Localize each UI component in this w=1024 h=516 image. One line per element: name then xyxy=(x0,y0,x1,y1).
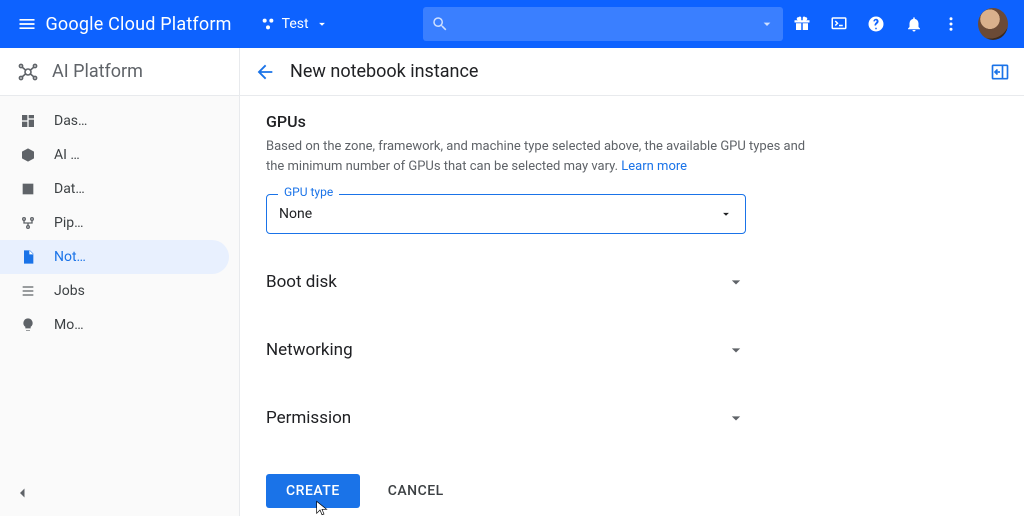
chevron-down-icon xyxy=(726,340,746,360)
section-label: Networking xyxy=(266,340,353,360)
gpu-type-value: None xyxy=(279,206,312,222)
gpu-type-label: GPU type xyxy=(278,185,339,199)
project-icon xyxy=(260,16,276,32)
gpus-heading: GPUs xyxy=(266,112,998,131)
top-app-bar: Google Cloud Platform Test xyxy=(0,0,1024,48)
jobs-icon xyxy=(20,283,36,299)
search-box[interactable] xyxy=(423,7,783,41)
caret-down-icon xyxy=(315,17,329,31)
hamburger-icon xyxy=(17,14,37,34)
data-icon xyxy=(20,181,36,197)
sidebar-item-label: Pip… xyxy=(54,215,83,231)
gpus-help-text: Based on the zone, framework, and machin… xyxy=(266,137,806,176)
search-icon xyxy=(431,15,449,33)
help-button[interactable] xyxy=(858,0,895,48)
chevron-down-icon xyxy=(726,272,746,292)
search-input[interactable] xyxy=(457,16,751,32)
caret-down-icon xyxy=(759,16,775,32)
gpu-type-field[interactable]: GPU type None xyxy=(266,194,746,234)
page-title: New notebook instance xyxy=(290,61,478,82)
arrow-left-icon xyxy=(254,61,276,83)
content-area: New notebook instance GPUs Based on the … xyxy=(240,48,1024,516)
permission-section[interactable]: Permission xyxy=(266,398,746,438)
notifications-button[interactable] xyxy=(895,0,932,48)
learn-more-link[interactable]: Learn more xyxy=(621,159,687,174)
sidebar-item-label: Das… xyxy=(54,113,87,129)
caret-down-icon xyxy=(719,207,733,221)
cloud-shell-icon xyxy=(830,15,848,33)
gift-icon xyxy=(793,15,811,33)
project-name: Test xyxy=(282,16,309,32)
section-label: Permission xyxy=(266,408,351,428)
content-header: New notebook instance xyxy=(240,48,1024,96)
sidebar-header: AI Platform xyxy=(0,48,239,96)
chevron-left-icon xyxy=(14,484,32,502)
pipeline-icon xyxy=(20,215,36,231)
learn-panel-icon xyxy=(990,62,1010,82)
sidebar: AI Platform Das… AI … Dat… Pip… Not… xyxy=(0,48,240,516)
sidebar-item-jobs[interactable]: Jobs xyxy=(0,274,229,308)
sidebar-item-ai-hub[interactable]: AI … xyxy=(0,138,229,172)
chevron-down-icon xyxy=(726,408,746,428)
sidebar-item-label: Jobs xyxy=(54,283,85,299)
cloud-shell-button[interactable] xyxy=(820,0,857,48)
boot-disk-section[interactable]: Boot disk xyxy=(266,262,746,302)
ai-platform-icon xyxy=(16,60,40,84)
sidebar-item-label: Mo… xyxy=(54,317,84,333)
bulb-icon xyxy=(20,317,36,333)
section-label: Boot disk xyxy=(266,272,337,292)
form-scroll-region[interactable]: GPUs Based on the zone, framework, and m… xyxy=(240,96,1024,516)
learn-panel-button[interactable] xyxy=(990,62,1010,82)
sidebar-title: AI Platform xyxy=(52,61,143,82)
back-button[interactable] xyxy=(254,61,276,83)
collapse-sidebar-button[interactable] xyxy=(14,484,32,502)
account-avatar[interactable] xyxy=(978,8,1008,40)
sidebar-item-notebooks[interactable]: Not… xyxy=(0,240,229,274)
sidebar-item-models[interactable]: Mo… xyxy=(0,308,229,342)
sidebar-item-pipelines[interactable]: Pip… xyxy=(0,206,229,240)
brand-title: Google Cloud Platform xyxy=(45,14,231,35)
sidebar-item-label: Not… xyxy=(54,249,86,265)
networking-section[interactable]: Networking xyxy=(266,330,746,370)
project-picker[interactable]: Test xyxy=(250,12,339,36)
create-button[interactable]: CREATE xyxy=(266,474,360,508)
more-vert-icon xyxy=(942,15,960,33)
bell-icon xyxy=(905,15,923,33)
dashboard-icon xyxy=(20,113,36,129)
cube-icon xyxy=(20,147,36,163)
form-actions: CREATE CANCEL xyxy=(266,474,998,508)
help-icon xyxy=(867,15,885,33)
sidebar-item-dashboard[interactable]: Das… xyxy=(0,104,229,138)
cancel-button[interactable]: CANCEL xyxy=(388,483,444,499)
sidebar-item-data[interactable]: Dat… xyxy=(0,172,229,206)
more-button[interactable] xyxy=(933,0,970,48)
notebooks-icon xyxy=(20,249,36,265)
gift-button[interactable] xyxy=(783,0,820,48)
sidebar-item-label: Dat… xyxy=(54,181,85,197)
sidebar-item-label: AI … xyxy=(54,147,80,163)
gpu-type-select[interactable]: None xyxy=(266,194,746,234)
menu-button[interactable] xyxy=(8,0,45,48)
